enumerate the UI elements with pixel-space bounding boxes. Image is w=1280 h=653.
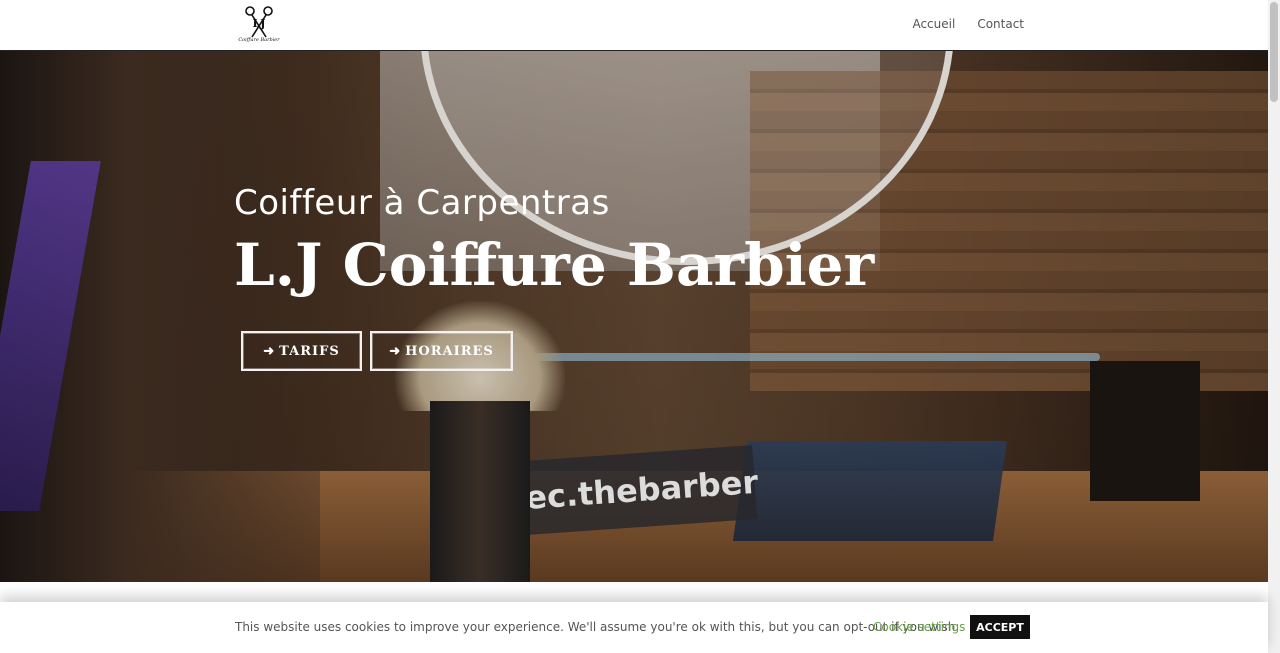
hero-bg-tray	[732, 441, 1008, 541]
cookie-settings-link[interactable]: Cookie settings	[873, 620, 965, 634]
nav-accueil[interactable]: Accueil	[912, 17, 955, 31]
main-nav: Accueil Contact	[912, 17, 1024, 31]
cookie-banner: This website uses cookies to improve you…	[0, 602, 1268, 653]
tarifs-button-label: TARIFS	[279, 343, 340, 359]
hero-subtitle: Coiffeur à Carpentras	[234, 183, 610, 223]
horaires-button[interactable]: ➜ HORAIRES	[370, 331, 513, 371]
arrow-right-icon: ➜	[389, 343, 402, 359]
horaires-button-label: HORAIRES	[405, 343, 494, 359]
accept-button[interactable]: ACCEPT	[970, 615, 1030, 639]
site-logo[interactable]: LJ Coiffure Barbier	[236, 3, 282, 45]
svg-text:LJ: LJ	[253, 17, 266, 30]
arrow-right-icon: ➜	[263, 343, 276, 359]
tarifs-button[interactable]: ➜ TARIFS	[241, 331, 362, 371]
page-scrollbar[interactable]	[1268, 0, 1280, 653]
nav-contact[interactable]: Contact	[977, 17, 1024, 31]
hero-banner: ec.thebarber Coiffeur à Carpentras L.J C…	[0, 51, 1268, 582]
scrollbar-thumb[interactable]	[1270, 2, 1278, 102]
hero-title: L.J Coiffure Barbier	[234, 231, 875, 299]
site-header: LJ Coiffure Barbier Accueil Contact	[0, 0, 1268, 51]
hero-bg-brush-handle	[430, 401, 530, 582]
hero-bg-scissor-cup	[1090, 361, 1200, 501]
cookie-message: This website uses cookies to improve you…	[235, 620, 960, 634]
logo-text: Coiffure Barbier	[238, 37, 280, 43]
